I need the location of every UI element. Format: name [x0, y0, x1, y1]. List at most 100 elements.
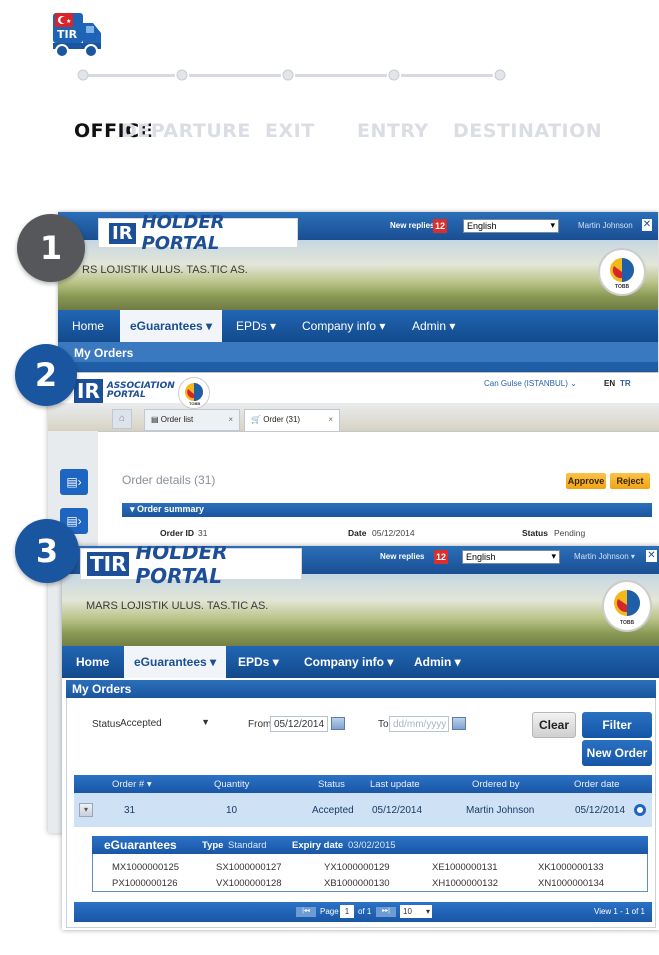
cell-quantity: 10: [226, 805, 238, 816]
guarantee-number[interactable]: XE1000000131: [432, 862, 498, 873]
step-badge-2: 2: [15, 344, 77, 406]
guarantee-number[interactable]: VX1000000128: [216, 878, 282, 889]
portal-title: HOLDER PORTAL: [141, 212, 225, 254]
col-status[interactable]: Status: [318, 779, 345, 790]
chevron-down-icon: ▾: [550, 220, 555, 230]
pagination-bar: |◂◂ Page 1 of 1 ▸▸| 10 ▾ View 1 - 1 of 1: [74, 902, 652, 922]
guarantee-number[interactable]: XH1000000132: [432, 878, 498, 889]
page-label: Page: [320, 907, 339, 916]
close-tab-icon[interactable]: ×: [328, 415, 333, 424]
user-menu[interactable]: Can Gulse (ISTANBUL) ⌄: [484, 379, 577, 388]
calendar-icon[interactable]: [331, 717, 345, 730]
filter-button[interactable]: Filter: [582, 712, 652, 738]
replies-count-badge: 12: [433, 219, 447, 233]
language-select[interactable]: English ▾: [463, 219, 559, 233]
chevron-down-icon: ▼: [201, 717, 210, 727]
cart-icon: 🛒: [251, 415, 264, 424]
language-value: English: [467, 221, 497, 231]
guarantee-number[interactable]: XN1000000134: [538, 878, 604, 889]
nav-epds[interactable]: EPDs ▾: [238, 655, 279, 669]
stage-entry[interactable]: ENTRY: [357, 120, 429, 142]
guarantee-number[interactable]: SX1000000127: [216, 862, 282, 873]
per-page-select[interactable]: 10 ▾: [400, 905, 432, 918]
col-last-update[interactable]: Last update: [370, 779, 420, 790]
step-badge-1: 1: [17, 214, 85, 282]
reject-button[interactable]: Reject: [610, 473, 650, 489]
nav-company-info[interactable]: Company info ▾: [302, 319, 385, 333]
portal-logo: TIR HOLDER PORTAL: [80, 546, 302, 588]
table-row[interactable]: ▾ 31 10 Accepted 05/12/2014 Martin Johns…: [74, 793, 652, 827]
clear-button[interactable]: Clear: [532, 712, 576, 738]
stage-departure[interactable]: DEPARTURE: [121, 120, 251, 142]
svg-text:★: ★: [66, 18, 71, 25]
documents-icon[interactable]: ▤›: [60, 469, 88, 495]
language-select[interactable]: English ▾: [462, 550, 560, 564]
holder-portal-screenshot-3: TIR HOLDER PORTAL New replies 12 English…: [62, 546, 659, 930]
cell-last-update: 05/12/2014: [372, 805, 423, 816]
cell-order-date: 05/12/2014: [575, 805, 626, 816]
guarantee-number[interactable]: PX1000000126: [112, 878, 178, 889]
user-menu[interactable]: Martin Johnson ▾: [574, 552, 635, 561]
home-tab-icon[interactable]: ⌂: [112, 409, 132, 429]
calendar-icon[interactable]: [452, 717, 466, 730]
company-name: RS LOJISTIK ULUS. TAS.TIC AS.: [82, 264, 248, 276]
lang-en[interactable]: EN: [604, 379, 615, 388]
new-replies-link[interactable]: New replies: [390, 221, 434, 230]
status-filter-label: Status: [92, 719, 121, 730]
col-order-number[interactable]: Order # ▾: [112, 779, 152, 790]
nav-home[interactable]: Home: [72, 319, 104, 333]
approve-button[interactable]: Approve: [566, 473, 606, 489]
col-quantity[interactable]: Quantity: [214, 779, 249, 790]
user-menu[interactable]: Martin Johnson: [578, 221, 633, 230]
section-title: My Orders: [66, 680, 656, 698]
lang-tr[interactable]: TR: [620, 379, 631, 388]
nav-company-info[interactable]: Company info ▾: [304, 655, 393, 669]
guarantee-number[interactable]: MX1000000125: [112, 862, 179, 873]
guarantee-number[interactable]: XB1000000130: [324, 878, 390, 889]
guarantee-number[interactable]: XK1000000133: [538, 862, 604, 873]
eguarantees-header: eGuarantees Type Standard Expiry date 03…: [92, 836, 648, 854]
from-date-input[interactable]: 05/12/2014: [270, 716, 328, 732]
new-replies-link[interactable]: New replies: [380, 552, 424, 561]
nav-epds[interactable]: EPDs ▾: [236, 319, 276, 333]
date-label: Date: [348, 528, 367, 538]
to-date-input[interactable]: dd/mm/yyyy: [389, 716, 449, 732]
truck-label: TIR: [57, 28, 78, 41]
step-progress: [77, 66, 507, 84]
nav-admin[interactable]: Admin ▾: [412, 319, 455, 333]
view-icon[interactable]: [634, 804, 646, 816]
order-details-title: Order details (31): [122, 473, 216, 487]
chevron-down-icon: ▾: [425, 907, 430, 916]
next-last-page-icon[interactable]: ▸▸|: [376, 907, 396, 917]
nav-admin[interactable]: Admin ▾: [414, 655, 461, 669]
stage-destination[interactable]: DESTINATION: [453, 120, 602, 142]
tab-order[interactable]: 🛒 Order (31) ×: [244, 409, 340, 431]
col-order-date[interactable]: Order date: [574, 779, 619, 790]
nav-eguarantees[interactable]: eGuarantees ▾: [124, 646, 227, 678]
close-tab-icon[interactable]: ×: [228, 415, 233, 424]
close-icon[interactable]: ✕: [642, 219, 652, 231]
tir-truck-icon: ★ TIR: [51, 9, 103, 59]
chevron-down-icon: ▾: [551, 551, 556, 561]
new-order-button[interactable]: New Order: [582, 740, 652, 766]
stage-exit[interactable]: EXIT: [265, 120, 315, 142]
col-ordered-by[interactable]: Ordered by: [472, 779, 520, 790]
first-prev-page-icon[interactable]: |◂◂: [296, 907, 316, 917]
replies-count-badge: 12: [434, 550, 448, 564]
portal-title: HOLDER PORTAL: [135, 546, 228, 588]
tobb-logo: TOBB: [598, 248, 646, 296]
nav-eguarantees[interactable]: eGuarantees ▾: [120, 310, 223, 342]
nav-home[interactable]: Home: [76, 655, 109, 669]
tab-order-list[interactable]: ▤ Order list ×: [144, 409, 240, 431]
date-value: 05/12/2014: [372, 528, 415, 538]
expiry-label: Expiry date: [292, 840, 344, 851]
type-value: Standard: [228, 840, 267, 851]
from-label: From: [248, 719, 272, 730]
guarantee-number[interactable]: YX1000000129: [324, 862, 390, 873]
page-number-input[interactable]: 1: [340, 905, 354, 918]
collapse-toggle-icon[interactable]: ▾: [79, 803, 93, 817]
close-icon[interactable]: ✕: [646, 550, 657, 562]
status-filter-select[interactable]: Accepted ▼: [118, 716, 212, 732]
view-count: View 1 - 1 of 1: [594, 907, 645, 916]
tir-logo: IR: [74, 379, 103, 403]
